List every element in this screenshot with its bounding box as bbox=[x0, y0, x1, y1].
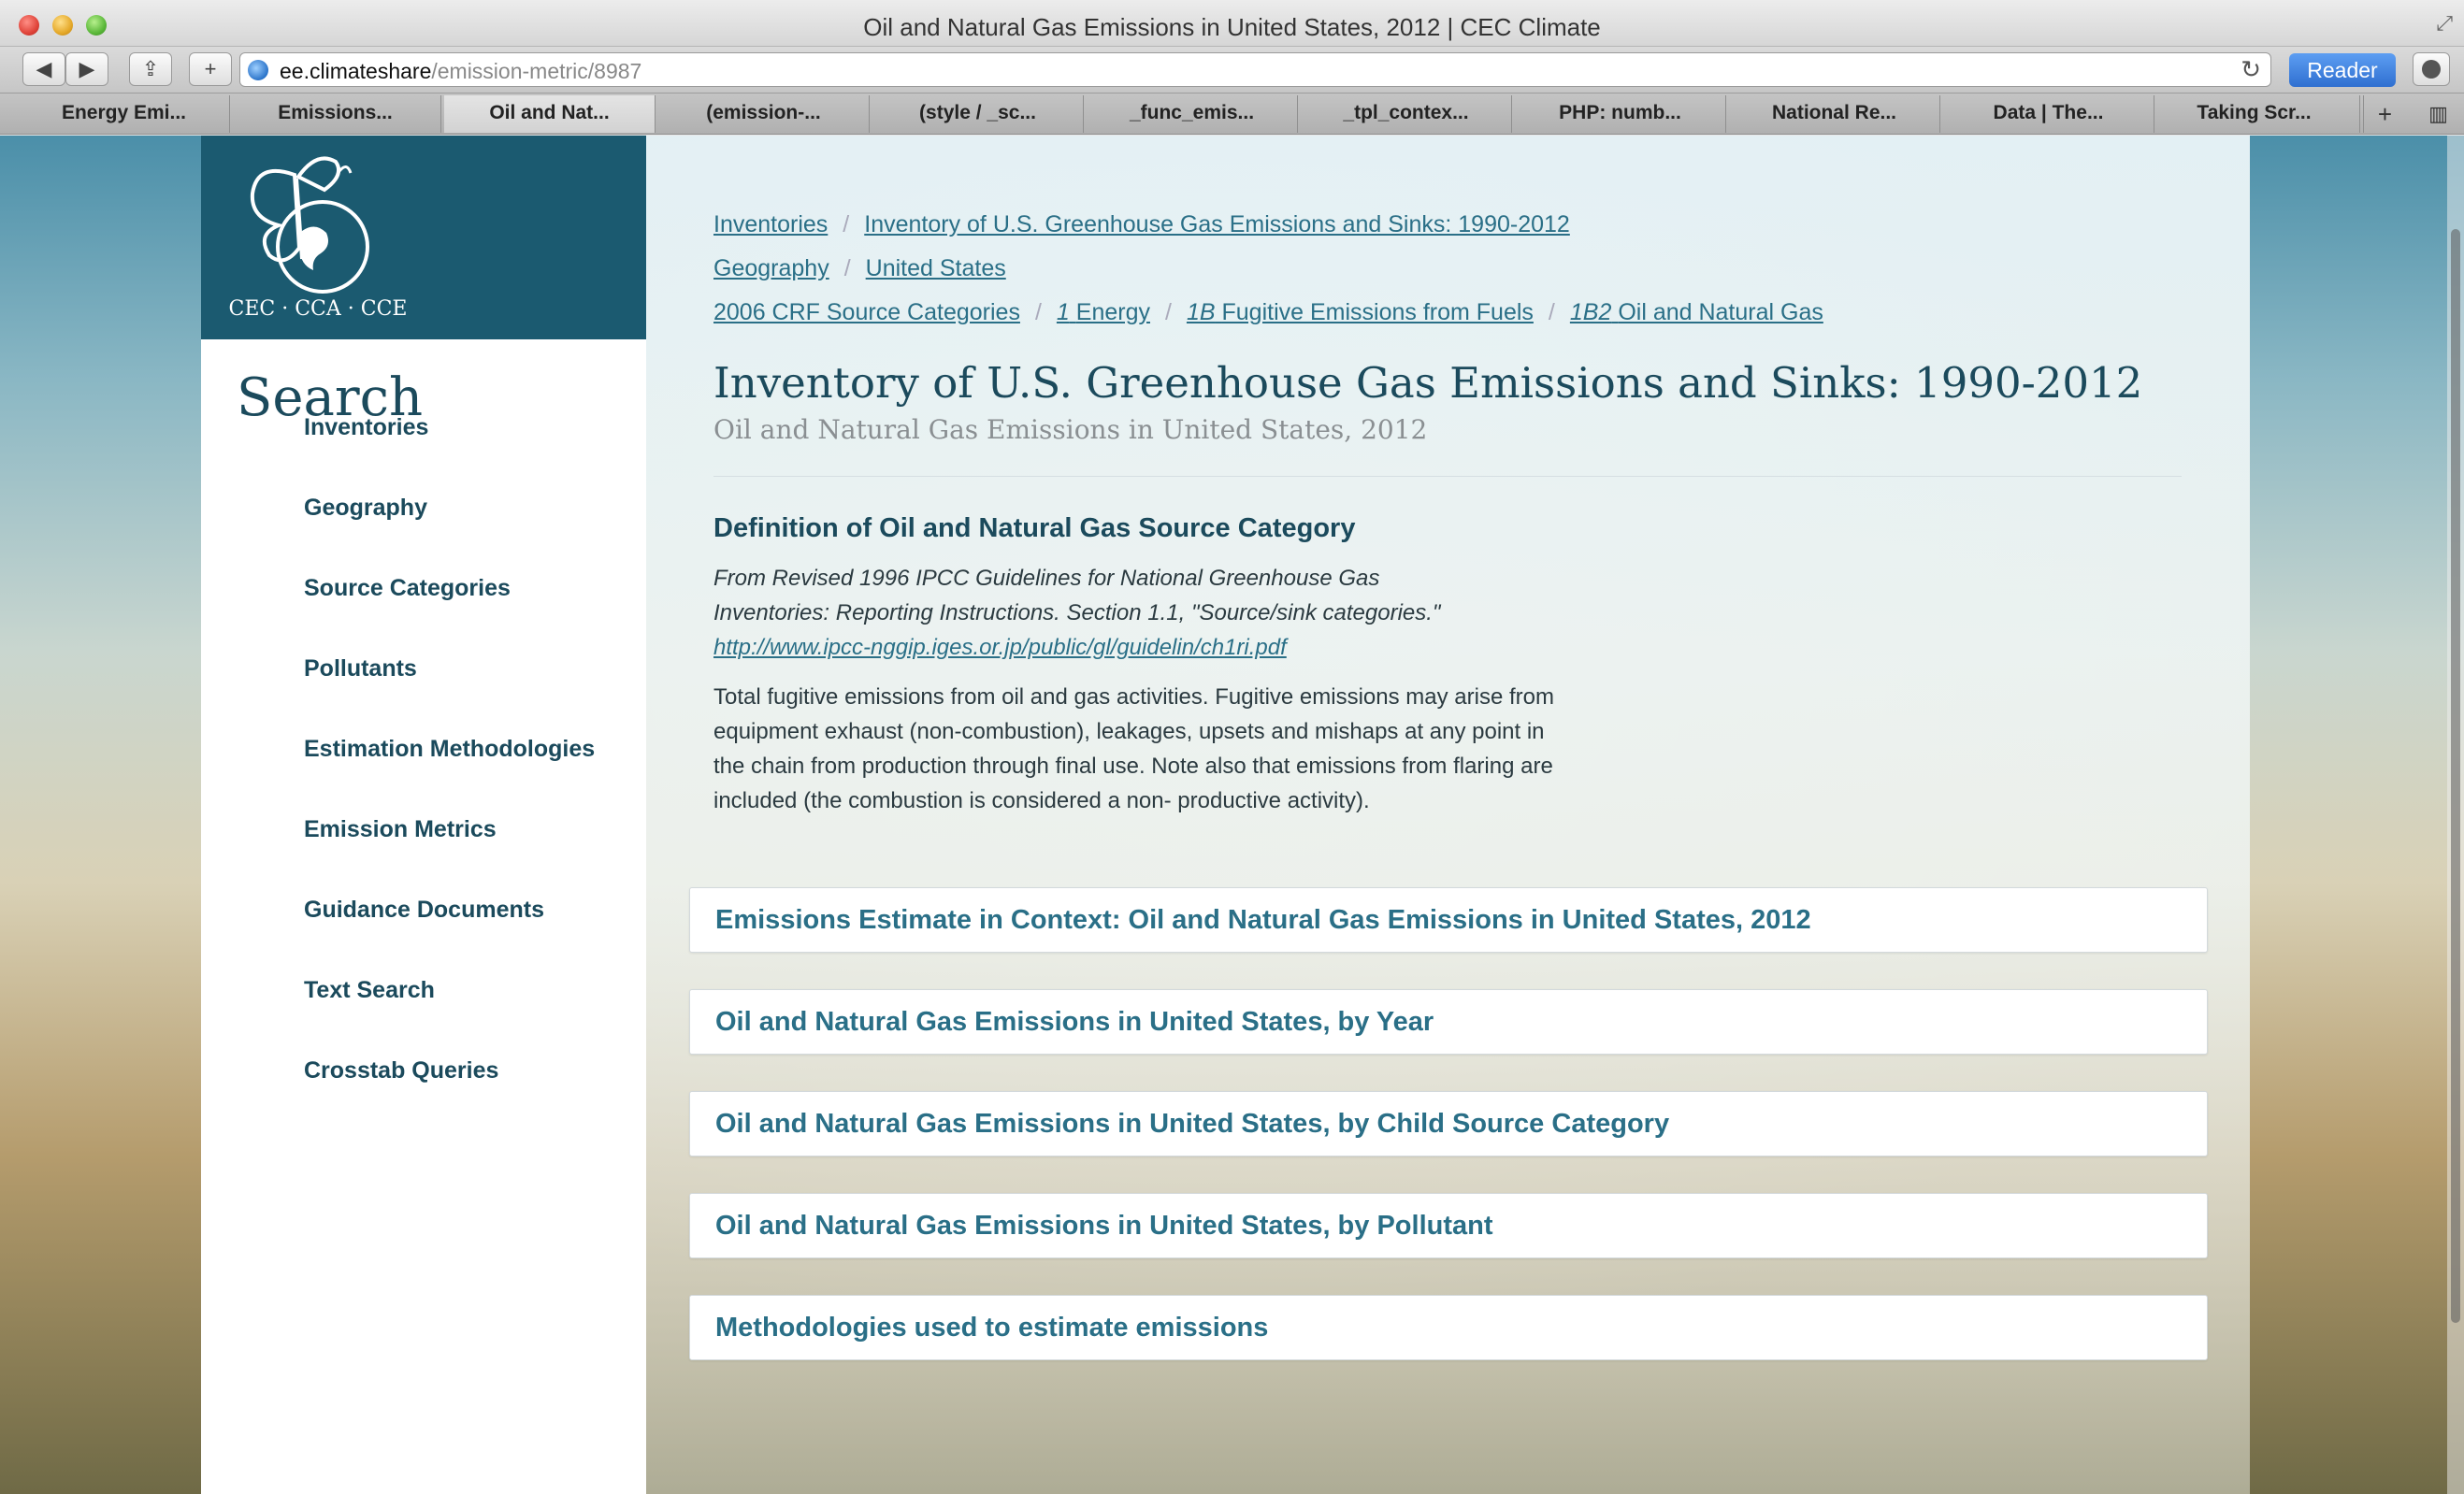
sidebar-item-text-search[interactable]: Text Search bbox=[304, 977, 435, 1004]
breadcrumb-link-energy[interactable]: 1 Energy bbox=[1057, 299, 1150, 325]
fullscreen-icon[interactable]: ⤢ bbox=[2436, 11, 2453, 36]
sidebar-item-estimation-methodologies[interactable]: Estimation Methodologies bbox=[304, 736, 595, 763]
tab[interactable]: Emissions... bbox=[230, 95, 441, 133]
url-text: ee.climateshare/emission-metric/8987 bbox=[280, 59, 641, 84]
page-title: Inventory of U.S. Greenhouse Gas Emissio… bbox=[713, 358, 2143, 408]
breadcrumb-label: Oil and Natural Gas bbox=[1618, 299, 1823, 325]
breadcrumb-link-geography[interactable]: Geography bbox=[713, 255, 829, 281]
definition-source-line: Inventories: Reporting Instructions. Sec… bbox=[713, 600, 1441, 625]
tab[interactable]: _func_emis... bbox=[1087, 95, 1298, 133]
address-bar[interactable]: ee.climateshare/emission-metric/8987 ↻ bbox=[239, 52, 2271, 87]
panel-title[interactable]: Oil and Natural Gas Emissions in United … bbox=[715, 1211, 1493, 1242]
tab[interactable]: National Re... bbox=[1729, 95, 1940, 133]
tab-active[interactable]: Oil and Nat... bbox=[444, 95, 656, 133]
page-scrollbar[interactable] bbox=[2447, 136, 2464, 1494]
tab-list-icon[interactable]: ▥ bbox=[2413, 95, 2464, 133]
breadcrumb-code: 1B bbox=[1186, 299, 1216, 325]
tab-bar: Energy Emi... Emissions... Oil and Nat..… bbox=[0, 93, 2464, 135]
breadcrumb-source: 2006 CRF Source Categories / 1 Energy / 1B F… bbox=[713, 299, 1823, 326]
add-bookmark-button[interactable]: + bbox=[189, 52, 232, 86]
breadcrumb-link-oil-gas[interactable]: 1B2 Oil and Natural Gas bbox=[1570, 299, 1823, 325]
tab[interactable]: Energy Emi... bbox=[19, 95, 230, 133]
definition-source: From Revised 1996 IPCC Guidelines for Na… bbox=[713, 561, 1555, 665]
reader-button[interactable]: Reader bbox=[2289, 53, 2396, 87]
breadcrumb-link-crf-root[interactable]: 2006 CRF Source Categories bbox=[713, 299, 1020, 325]
logo-text: CEC · CCA · CCE bbox=[229, 297, 407, 321]
new-tab-button[interactable]: + bbox=[2363, 95, 2406, 133]
panel-emissions-in-context[interactable]: Emissions Estimate in Context: Oil and N… bbox=[689, 887, 2208, 953]
main-content: Inventories / Inventory of U.S. Greenhouse… bbox=[646, 136, 2250, 1494]
breadcrumb-separator: / bbox=[1548, 299, 1555, 325]
breadcrumb-code: 1 bbox=[1056, 299, 1070, 325]
site-logo[interactable]: CEC · CCA · CCE bbox=[201, 136, 646, 339]
breadcrumb-link-united-states[interactable]: United States bbox=[866, 255, 1006, 281]
downloads-icon[interactable] bbox=[2413, 52, 2450, 86]
breadcrumb-separator: / bbox=[843, 255, 851, 281]
window-title: Oil and Natural Gas Emissions in United … bbox=[863, 13, 1601, 41]
forward-button[interactable]: ▶ bbox=[65, 52, 108, 86]
tab[interactable]: _tpl_contex... bbox=[1301, 95, 1512, 133]
panel-title[interactable]: Oil and Natural Gas Emissions in United … bbox=[715, 1007, 1434, 1038]
sidebar-item-geography[interactable]: Geography bbox=[304, 495, 427, 522]
url-host: ee.climateshare bbox=[280, 59, 432, 83]
tab[interactable]: (emission-... bbox=[658, 95, 870, 133]
panel-by-year[interactable]: Oil and Natural Gas Emissions in United … bbox=[689, 989, 2208, 1055]
definition-body: Total fugitive emissions from oil and ga… bbox=[713, 684, 1554, 813]
back-button[interactable]: ◀ bbox=[22, 52, 65, 86]
panel-title[interactable]: Methodologies used to estimate emissions bbox=[715, 1313, 1268, 1343]
breadcrumb-link-inventories[interactable]: Inventories bbox=[713, 211, 828, 237]
divider bbox=[713, 476, 2182, 477]
definition-source-line: From Revised 1996 IPCC Guidelines for Na… bbox=[713, 566, 1380, 591]
sidebar-item-inventories[interactable]: Inventories bbox=[304, 414, 428, 441]
breadcrumb-link-inventory-name[interactable]: Inventory of U.S. Greenhouse Gas Emissio… bbox=[864, 211, 1570, 237]
scrollbar-thumb[interactable] bbox=[2451, 229, 2460, 1323]
title-bar: Oil and Natural Gas Emissions in United … bbox=[0, 0, 2464, 47]
tab[interactable]: Data | The... bbox=[1943, 95, 2154, 133]
panel-title[interactable]: Oil and Natural Gas Emissions in United … bbox=[715, 1109, 1669, 1140]
reload-icon[interactable]: ↻ bbox=[2241, 55, 2261, 84]
tab[interactable]: PHP: numb... bbox=[1515, 95, 1726, 133]
sidebar-item-source-categories[interactable]: Source Categories bbox=[304, 575, 511, 602]
definition-source-link[interactable]: http://www.ipcc-nggip.iges.or.jp/public/… bbox=[713, 635, 1287, 660]
sidebar-item-guidance-documents[interactable]: Guidance Documents bbox=[304, 897, 544, 924]
panel-methodologies[interactable]: Methodologies used to estimate emissions bbox=[689, 1295, 2208, 1360]
globe-icon bbox=[248, 60, 268, 80]
page-subtitle: Oil and Natural Gas Emissions in United … bbox=[713, 414, 1428, 445]
page-viewport: CEC · CCA · CCE Search Inventories Geogr… bbox=[0, 136, 2464, 1494]
breadcrumb-link-fugitive[interactable]: 1B Fugitive Emissions from Fuels bbox=[1187, 299, 1534, 325]
breadcrumb-separator: / bbox=[843, 211, 850, 237]
share-button[interactable]: ⇪ bbox=[129, 52, 172, 86]
breadcrumb-geography: Geography / United States bbox=[713, 255, 1006, 282]
url-path: /emission-metric/8987 bbox=[431, 59, 642, 83]
panel-by-pollutant[interactable]: Oil and Natural Gas Emissions in United … bbox=[689, 1193, 2208, 1258]
tab[interactable]: Taking Scr... bbox=[2149, 95, 2360, 133]
breadcrumb-inventory: Inventories / Inventory of U.S. Greenhouse… bbox=[713, 211, 1570, 238]
breadcrumb-code: 1B2 bbox=[1569, 299, 1612, 325]
sidebar-item-crosstab-queries[interactable]: Crosstab Queries bbox=[304, 1057, 498, 1085]
breadcrumb-separator: / bbox=[1164, 299, 1172, 325]
browser-toolbar: ◀ ▶ ⇪ + ee.climateshare/emission-metric/… bbox=[0, 47, 2464, 93]
sidebar: Search Inventories Geography Source Cate… bbox=[201, 339, 646, 1494]
breadcrumb-label: Energy bbox=[1075, 299, 1150, 325]
panel-title[interactable]: Emissions Estimate in Context: Oil and N… bbox=[715, 905, 1811, 936]
definition-heading: Definition of Oil and Natural Gas Source… bbox=[713, 513, 1356, 543]
breadcrumb-separator: / bbox=[1034, 299, 1042, 325]
sidebar-item-pollutants[interactable]: Pollutants bbox=[304, 655, 417, 682]
butterfly-globe-logo-icon: CEC · CCA · CCE bbox=[229, 156, 407, 321]
breadcrumb-label: Fugitive Emissions from Fuels bbox=[1221, 299, 1534, 325]
tab[interactable]: (style / _sc... bbox=[872, 95, 1084, 133]
sidebar-item-emission-metrics[interactable]: Emission Metrics bbox=[304, 816, 497, 843]
panel-by-child-source-category[interactable]: Oil and Natural Gas Emissions in United … bbox=[689, 1091, 2208, 1156]
